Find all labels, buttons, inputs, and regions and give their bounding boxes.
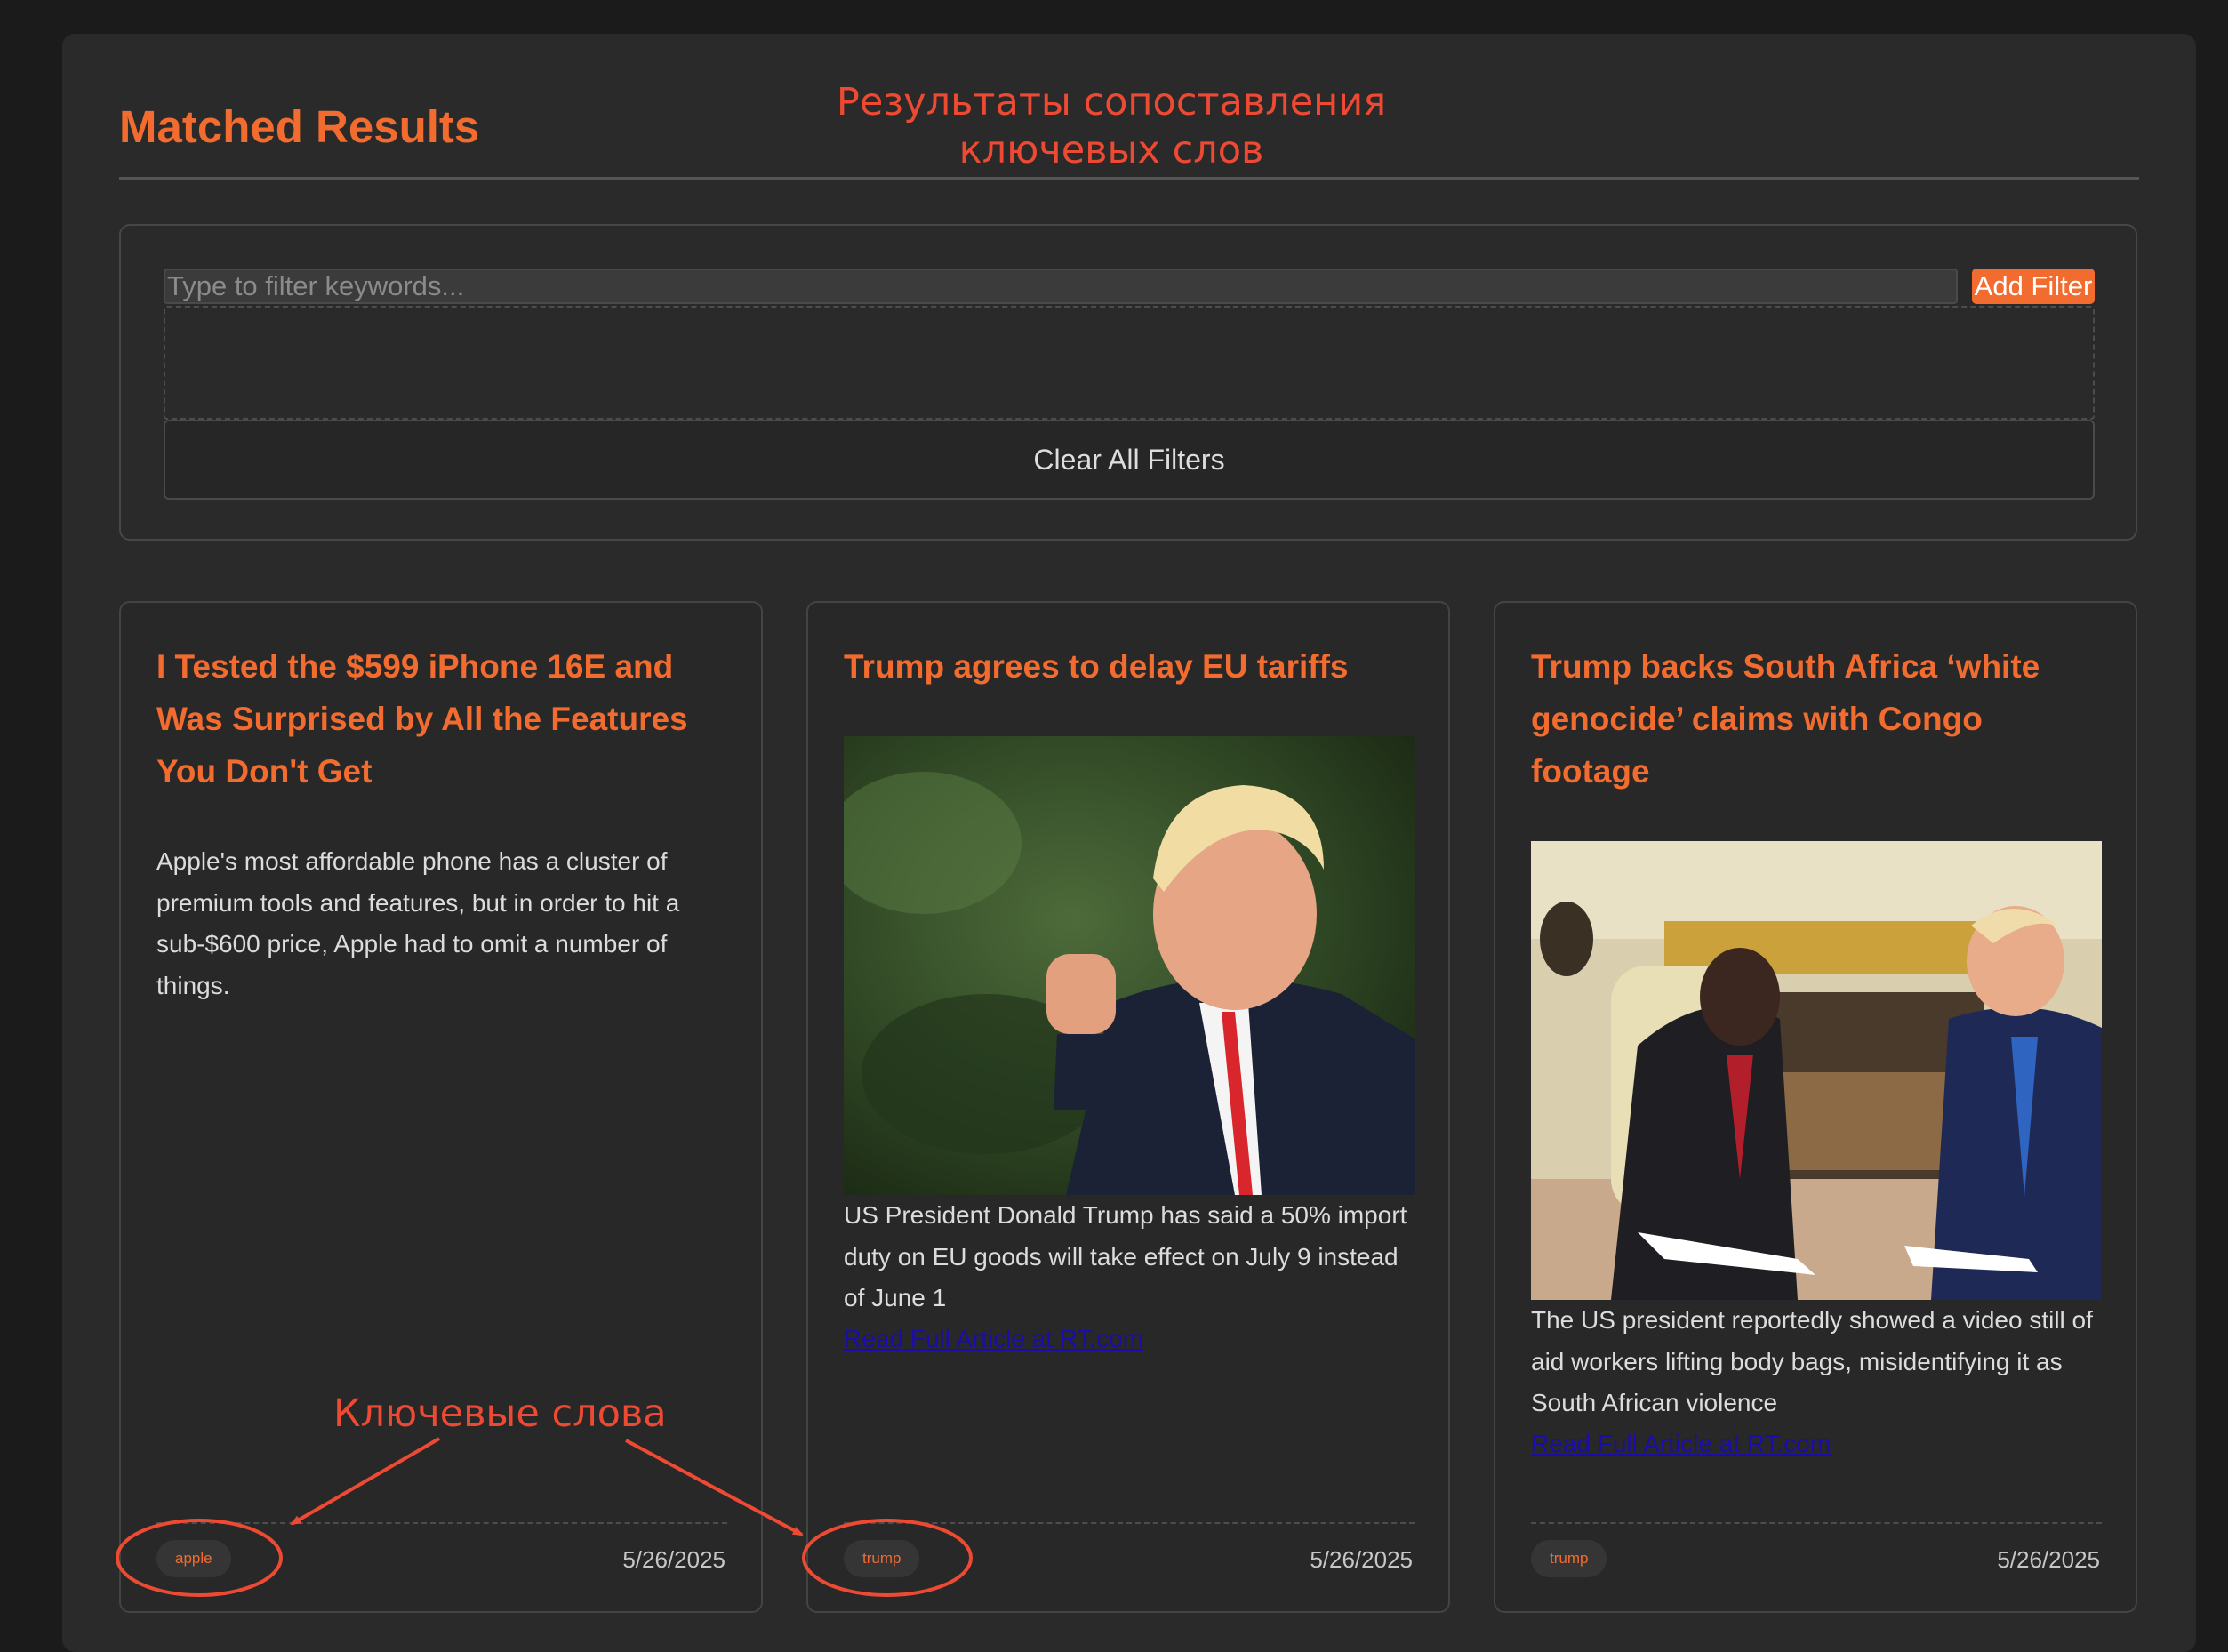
article-description: US President Donald Trump has said a 50%… xyxy=(844,1201,1407,1311)
card-divider xyxy=(844,1522,1415,1524)
keyword-chip: trump xyxy=(844,1540,920,1577)
article-image xyxy=(844,736,1415,1195)
article-date: 5/26/2025 xyxy=(1310,1546,1413,1573)
annotation-line-1: Результаты сопоставления xyxy=(836,80,1387,124)
add-filter-button[interactable]: Add Filter xyxy=(1972,269,2095,304)
article-title[interactable]: Trump agrees to delay EU tariffs xyxy=(844,640,1422,693)
article-date: 5/26/2025 xyxy=(622,1546,725,1573)
read-full-article-link[interactable]: Read Full Article at RT.com xyxy=(844,1321,1143,1357)
article-date: 5/26/2025 xyxy=(1997,1546,2100,1573)
title-divider xyxy=(119,177,2139,180)
active-filters-area xyxy=(164,306,2095,420)
clear-all-filters-button[interactable]: Clear All Filters xyxy=(164,420,2095,500)
article-title[interactable]: Trump backs South Africa ‘white genocide… xyxy=(1531,640,2109,798)
page-title: Matched Results xyxy=(119,101,480,152)
read-full-article-link[interactable]: Read Full Article at RT.com xyxy=(1531,1426,1831,1462)
article-card: I Tested the $599 iPhone 16E and Was Sur… xyxy=(119,601,763,1613)
article-description: The US president reportedly showed a vid… xyxy=(1531,1306,2093,1416)
card-divider xyxy=(156,1522,727,1524)
annotation-line-2: ключевых слов xyxy=(958,128,1264,172)
keyword-chip: apple xyxy=(156,1540,231,1577)
article-card: Trump agrees to delay EU tariffs US Pres… xyxy=(806,601,1450,1613)
article-description: Apple's most affordable phone has a clus… xyxy=(156,847,680,999)
annotation-matched-results: Результаты сопоставления ключевых слов xyxy=(800,78,1423,174)
card-divider xyxy=(1531,1522,2102,1524)
article-image xyxy=(1531,841,2102,1300)
keyword-chip: trump xyxy=(1531,1540,1607,1577)
article-title[interactable]: I Tested the $599 iPhone 16E and Was Sur… xyxy=(156,640,734,798)
article-card: Trump backs South Africa ‘white genocide… xyxy=(1494,601,2137,1613)
annotation-keywords: Ключевые слова xyxy=(333,1391,667,1436)
keyword-filter-input[interactable] xyxy=(164,269,1958,304)
